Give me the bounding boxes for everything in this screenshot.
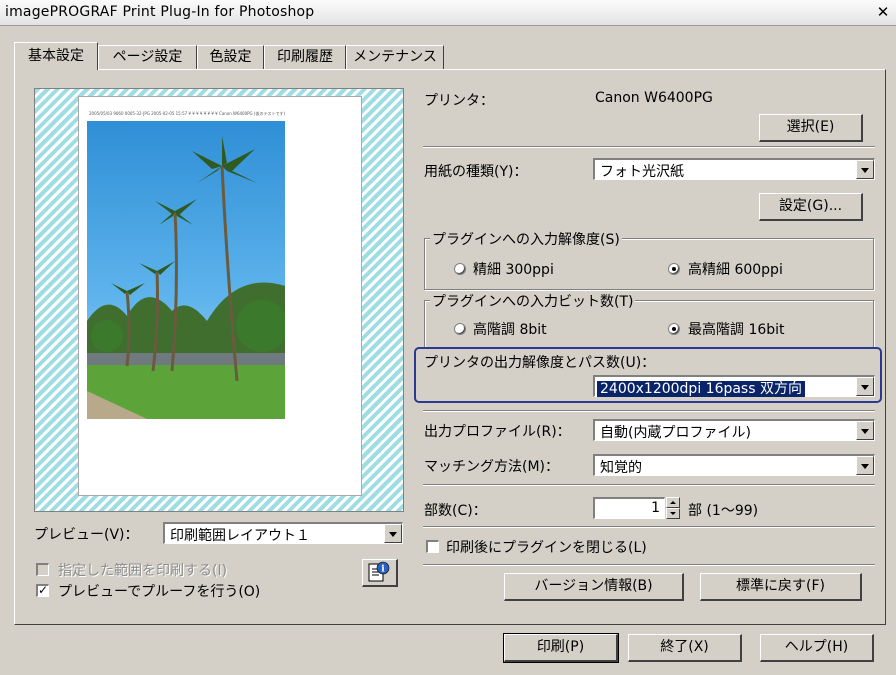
separator (423, 484, 875, 486)
select-printer-button[interactable]: 選択(E) (759, 114, 863, 142)
separator (423, 410, 875, 412)
copies-input[interactable]: 1 (593, 497, 665, 519)
preview-layout-value: 印刷範囲レイアウト１ (170, 528, 310, 544)
print-button[interactable]: 印刷(P) (503, 633, 619, 663)
option-8bit-label: 高階調 8bit (473, 322, 547, 338)
radio-fine-300ppi[interactable] (454, 263, 466, 275)
printer-label: プリンタ： (424, 93, 494, 109)
radio-8bit[interactable] (454, 323, 466, 335)
copies-stepper[interactable] (666, 497, 680, 519)
radio-high-600ppi[interactable] (668, 263, 680, 275)
help-button[interactable]: ヘルプ(H) (760, 634, 874, 662)
output-profile-value: 自動(内蔵プロファイル) (600, 425, 751, 441)
media-type-select[interactable]: フォト光沢紙 (593, 158, 875, 180)
paper-header-text: 2005/05/03 9060 0005-32-JPG 2005-02-05 1… (89, 111, 286, 116)
media-settings-button[interactable]: 設定(G)... (759, 193, 863, 221)
input-resolution-legend: プラグインへの入力解像度(S) (430, 229, 622, 249)
preview-label: プレビュー(V)： (34, 527, 139, 543)
matching-value: 知覚的 (600, 460, 642, 476)
chevron-down-icon[interactable] (384, 524, 402, 543)
copies-label: 部数(C)： (424, 503, 487, 519)
preview-layout-select[interactable]: 印刷範囲レイアウト１ (163, 522, 403, 544)
decrement-icon[interactable] (666, 508, 680, 519)
input-bits-legend: プラグインへの入力ビット数(T) (430, 291, 636, 311)
preview-photo (87, 121, 285, 419)
option-fine-label: 精細 300ppi (473, 262, 554, 278)
proof-checkbox-label: プレビューでプルーフを行う(O) (58, 584, 261, 600)
separator (423, 564, 875, 566)
media-type-label: 用紙の種類(Y)： (424, 164, 528, 180)
close-icon[interactable]: ✕ (874, 3, 892, 21)
print-range-checkbox (36, 563, 49, 576)
preview-paper: 2005/05/03 9060 0005-32-JPG 2005-02-05 1… (78, 96, 362, 496)
tab-page-settings[interactable]: ページ設定 (98, 45, 197, 69)
radio-16bit[interactable] (668, 323, 680, 335)
matching-label: マッチング方法(M)： (424, 459, 560, 475)
printer-name: Canon W6400PG (595, 90, 713, 106)
version-info-button[interactable]: バージョン情報(B) (504, 573, 684, 601)
separator (423, 146, 875, 148)
tab-basic-settings[interactable]: 基本設定 (14, 42, 98, 70)
increment-icon[interactable] (666, 497, 680, 508)
option-high-label: 高精細 600ppi (688, 262, 783, 278)
exit-button[interactable]: 終了(X) (628, 634, 742, 662)
restore-defaults-button[interactable]: 標準に戻す(F) (700, 573, 862, 601)
tab-print-history[interactable]: 印刷履歴 (264, 45, 346, 69)
copies-unit: 部 (1～99) (688, 503, 759, 519)
output-profile-label: 出力プロファイル(R)： (424, 424, 571, 440)
close-after-print-label: 印刷後にプラグインを閉じる(L) (446, 540, 647, 556)
title-bar[interactable]: imagePROGRAF Print Plug-In for Photoshop… (0, 0, 896, 26)
palm-tree-photo (87, 121, 285, 419)
output-resolution-label: プリンタの出力解像度とパス数(U)： (424, 355, 656, 371)
output-profile-select[interactable]: 自動(内蔵プロファイル) (593, 419, 875, 441)
separator (423, 526, 875, 528)
output-resolution-value: 2400x1200dpi 16pass 双方向 (597, 381, 805, 397)
print-plugin-dialog: imagePROGRAF Print Plug-In for Photoshop… (0, 0, 896, 675)
chevron-down-icon[interactable] (856, 421, 874, 440)
chevron-down-icon[interactable] (856, 456, 874, 475)
output-resolution-value-wrap: 2400x1200dpi 16pass 双方向 (597, 378, 805, 398)
chevron-down-icon[interactable] (856, 160, 874, 179)
print-range-label: 指定した範囲を印刷する(I) (58, 563, 228, 579)
info-button[interactable]: i (362, 559, 398, 587)
output-resolution-select[interactable]: 2400x1200dpi 16pass 双方向 (593, 375, 875, 397)
close-after-print-checkbox[interactable] (426, 540, 439, 553)
tab-color-settings[interactable]: 色設定 (197, 45, 264, 69)
svg-text:i: i (381, 565, 385, 575)
copies-value: 1 (651, 500, 660, 516)
media-type-value: フォト光沢紙 (600, 164, 684, 180)
tab-maintenance[interactable]: メンテナンス (346, 45, 444, 69)
proof-checkbox[interactable]: ✓ (36, 584, 49, 597)
window-title: imagePROGRAF Print Plug-In for Photoshop (5, 4, 315, 20)
chevron-down-icon[interactable] (856, 377, 874, 396)
option-16bit-label: 最高階調 16bit (688, 322, 785, 338)
document-info-icon: i (368, 561, 390, 582)
matching-select[interactable]: 知覚的 (593, 454, 875, 476)
